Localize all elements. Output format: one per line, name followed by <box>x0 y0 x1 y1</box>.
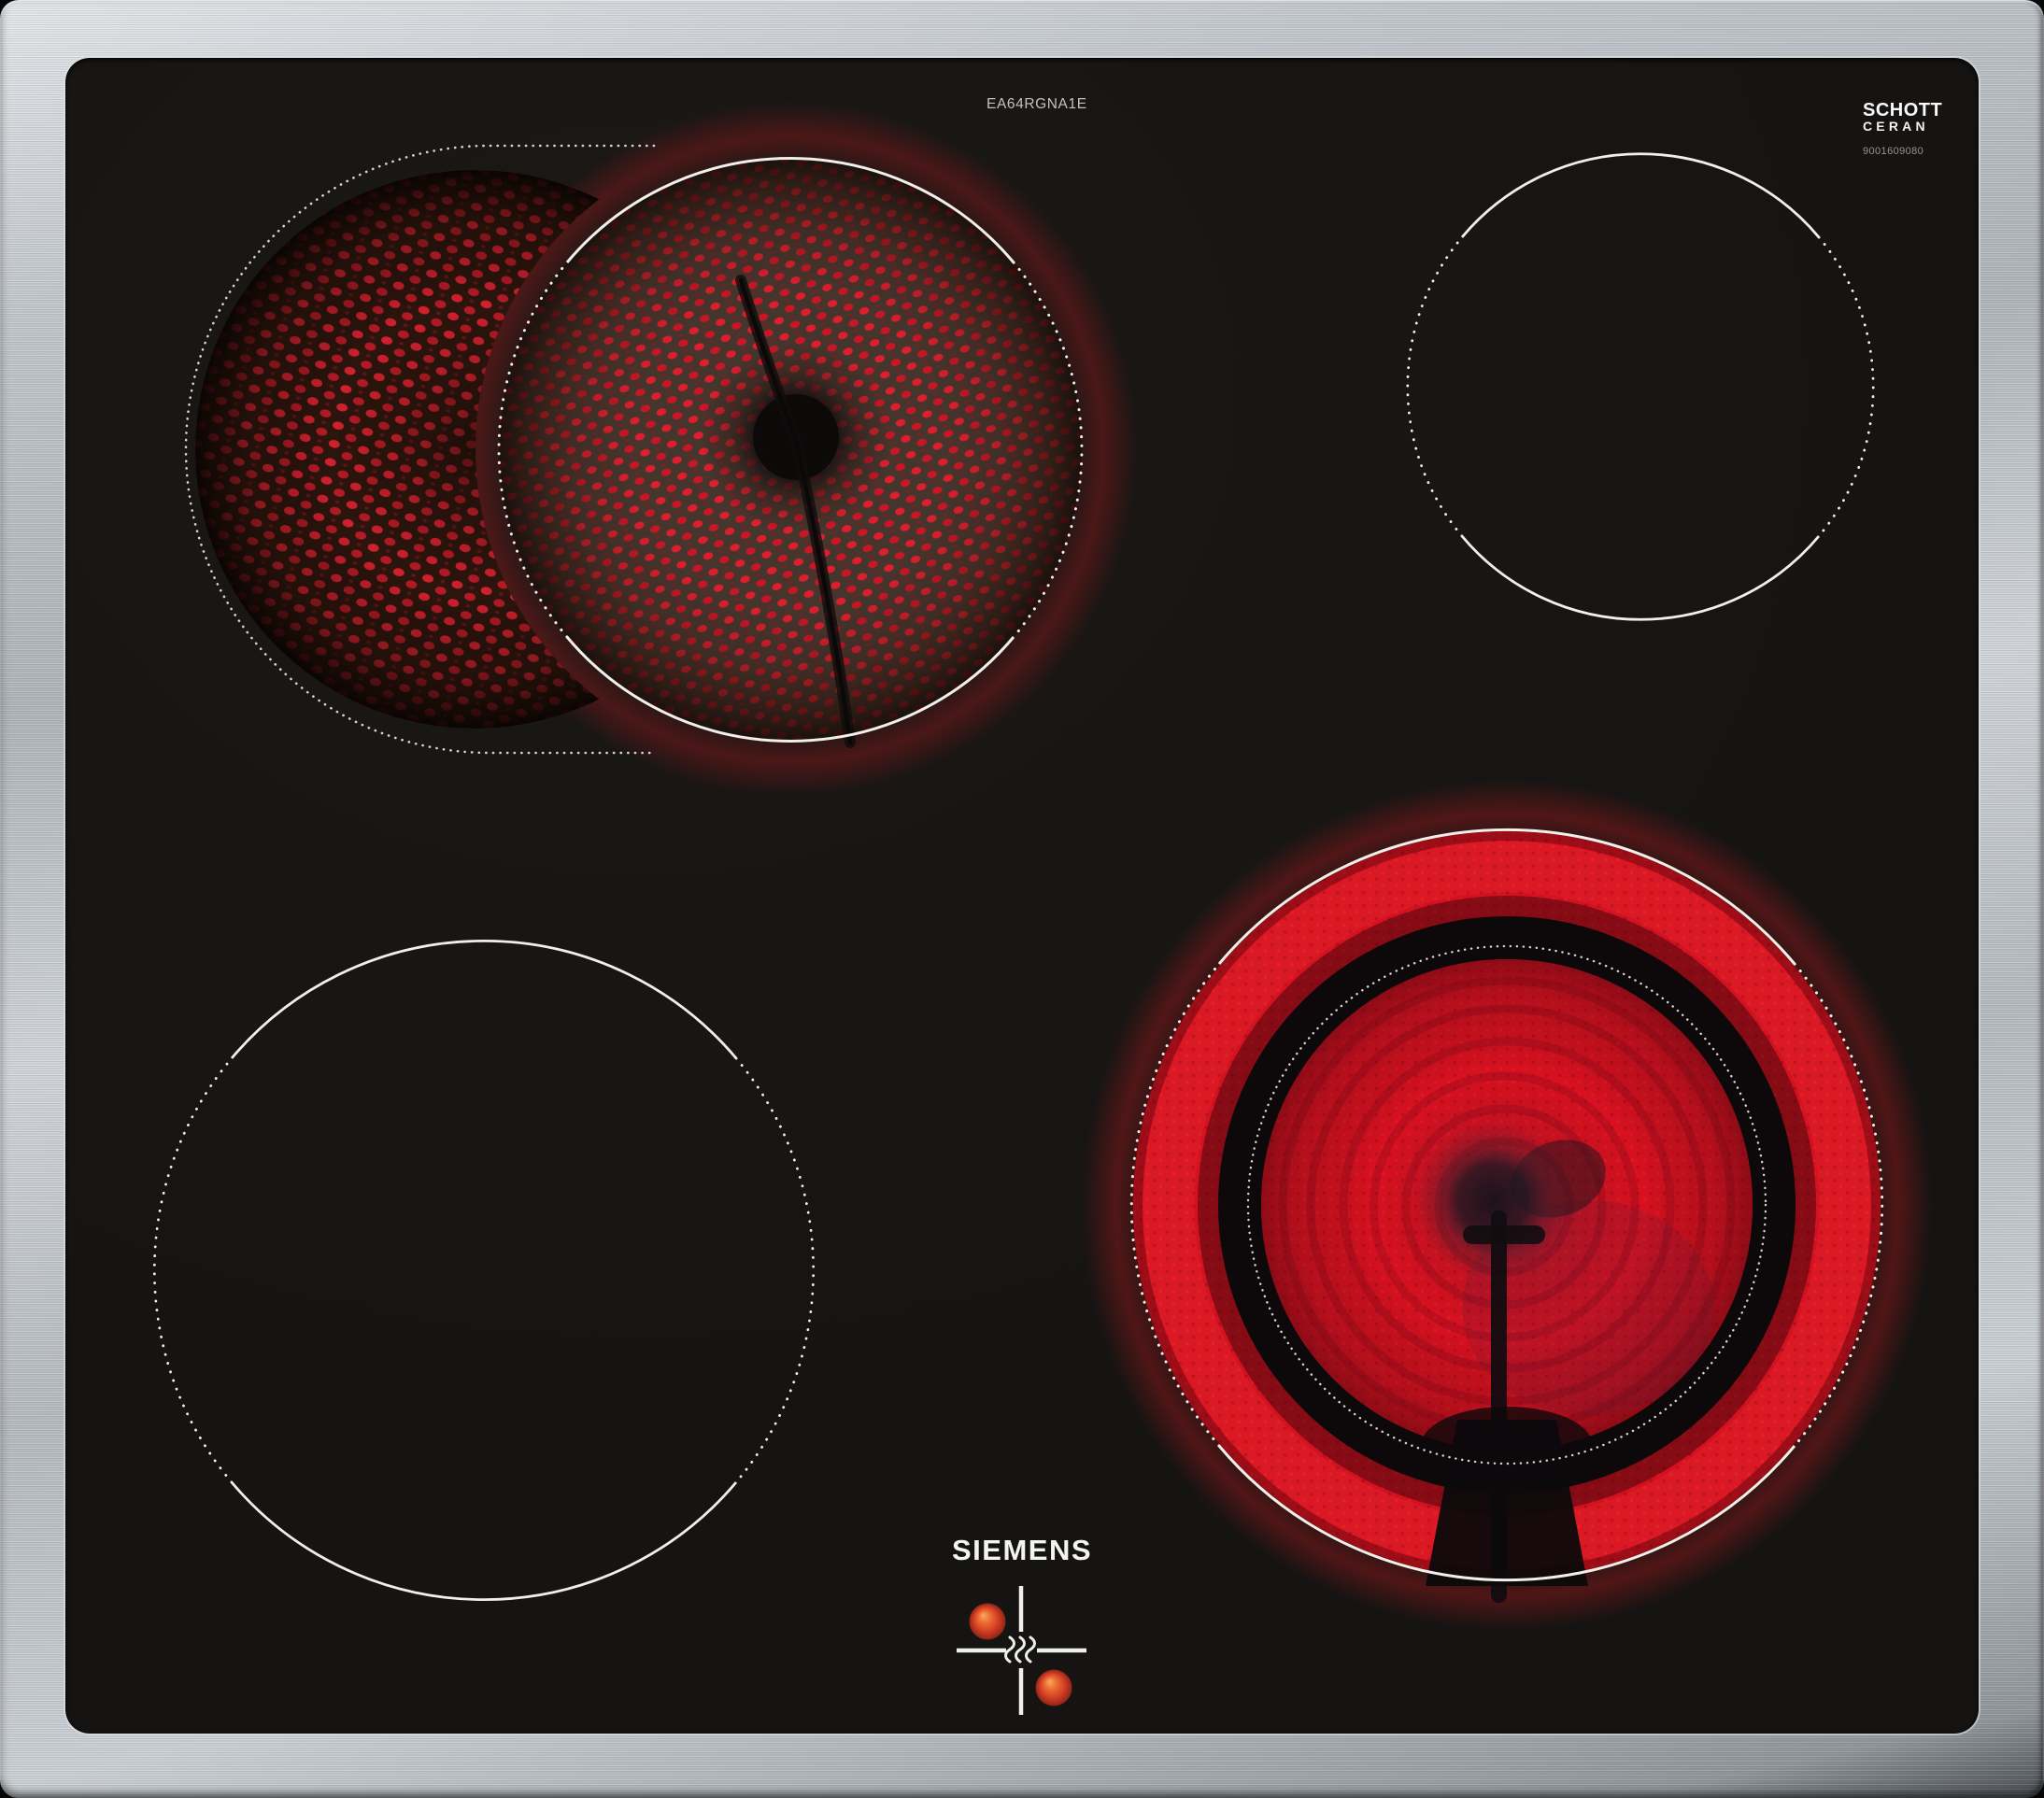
residual-heat-indicator <box>957 1586 1086 1715</box>
glass-part-number-label: 9001609080 <box>1863 146 1924 157</box>
siemens-logo: SIEMENS <box>951 1534 1093 1566</box>
model-number-label: EA64RGNA1E <box>987 96 1087 112</box>
schott-ceran-logo: SCHOTT CERAN 9001609080 <box>1863 100 1943 157</box>
zone-front-right <box>1082 780 1932 1630</box>
zone-rear-right <box>1406 152 1875 621</box>
glass-maker-label: SCHOTT <box>1863 100 1943 120</box>
zone-rear-left <box>184 102 1138 797</box>
zone-rear-left-coil-element <box>499 158 1082 748</box>
zone-front-left <box>152 939 816 1602</box>
hot-zone-dot-rear <box>969 1603 1006 1640</box>
glass-series-label: CERAN <box>1863 119 1929 134</box>
hob-product-photo: EA64RGNA1E SCHOTT CERAN 9001609080 SIEME… <box>0 0 2044 1798</box>
cooking-zones-graphics <box>152 102 1932 1715</box>
disc-connector-bar <box>1463 1225 1545 1244</box>
hot-zone-dot-front <box>1035 1669 1072 1706</box>
heat-waves-icon <box>1004 1635 1036 1664</box>
